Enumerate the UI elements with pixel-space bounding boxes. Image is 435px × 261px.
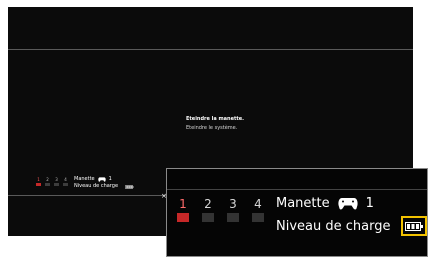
controller-number-small: 1	[108, 176, 112, 182]
port-indicator-1	[177, 213, 189, 222]
zoom-inset: 1 2 3 4 Manette 1 Niveau de charge	[166, 168, 428, 257]
port-indicator-4-small	[63, 183, 68, 186]
port-indicator-3-small	[54, 183, 59, 186]
port-numbers: 1 2 3 4	[177, 197, 264, 211]
controller-label: Manette	[276, 196, 330, 211]
port-number-2: 2	[204, 197, 212, 211]
charge-label-small: Niveau de charge	[74, 183, 119, 189]
controller-label-small: Manette	[74, 176, 95, 182]
menu-item-turn-off-controller[interactable]: Eteindre la manette.	[186, 115, 244, 124]
controller-status: Manette 1	[276, 196, 374, 211]
port-indicators-small	[36, 183, 68, 186]
port-indicator-1-small	[36, 183, 41, 186]
inset-divider	[167, 189, 427, 190]
port-number-1: 1	[179, 197, 187, 211]
port-indicator-4	[252, 213, 264, 222]
page: Eteindre la manette. Eteindre le système…	[0, 0, 435, 261]
battery-icon	[405, 221, 423, 231]
controller-number: 1	[365, 196, 374, 211]
port-number-3-small: 3	[55, 177, 58, 182]
controller-icon	[97, 177, 106, 182]
top-divider	[8, 49, 413, 50]
port-number-4-small: 4	[64, 177, 67, 182]
port-numbers-small: 1 2 3 4	[36, 177, 68, 182]
port-number-3: 3	[229, 197, 237, 211]
port-indicators	[177, 213, 264, 222]
battery-icon	[125, 184, 134, 189]
port-indicator-3	[227, 213, 239, 222]
port-number-2-small: 2	[46, 177, 49, 182]
port-indicator-2	[202, 213, 214, 222]
controller-text-small: Manette 1 Niveau de charge	[74, 176, 134, 190]
menu-item-turn-off-system[interactable]: Eteindre le système.	[186, 124, 244, 133]
battery-highlight-box	[401, 216, 427, 236]
port-number-4: 4	[254, 197, 262, 211]
charge-label: Niveau de charge	[276, 219, 391, 234]
controller-icon	[338, 198, 358, 210]
power-menu: Eteindre la manette. Eteindre le système…	[186, 115, 244, 133]
port-indicator-2-small	[45, 183, 50, 186]
port-number-1-small: 1	[37, 177, 40, 182]
